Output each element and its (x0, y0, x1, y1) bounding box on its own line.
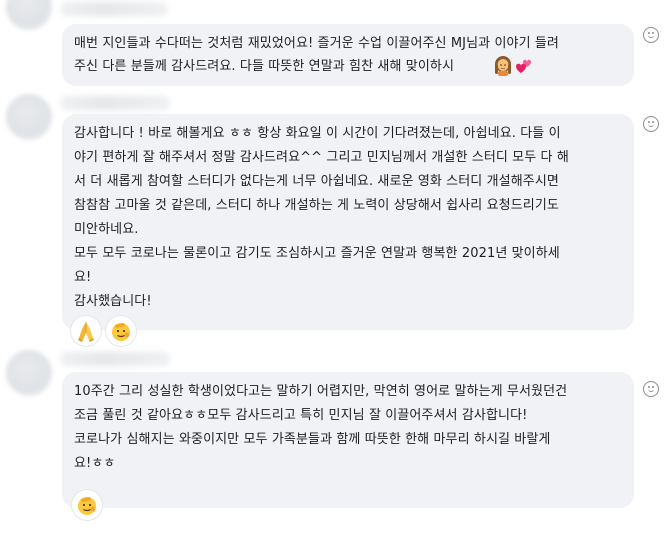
comment-text-line: 조금 풀린 것 같아요ㅎㅎ모두 감사드리고 특히 민지님 잘 이끌어주셔서 감사… (74, 408, 528, 423)
folded-hands-icon (78, 322, 94, 342)
author-name[interactable] (60, 352, 170, 366)
comment-text-line: 주신 다른 분들께 감사드려요. 다들 따뜻한 연말과 힘찬 새해 맞이하시 (74, 59, 455, 74)
comment-text-line: 매번 지인들과 수다떠는 것처럼 재밌었어요! 즐거운 수업 이끌어주신 MJ님… (74, 36, 559, 51)
comment-text-line: 서 더 새롭게 참여할 스터디가 없다는게 너무 아쉽네요. 새로운 영화 스터… (74, 174, 559, 189)
comment-text-line: 요! (74, 270, 92, 285)
add-reaction-icon[interactable] (643, 381, 659, 397)
reaction-folded-hands[interactable] (71, 316, 101, 346)
comment-text-line: 모두 모두 코로나는 물론이고 감기도 조심하시고 즐거운 연말과 행복한 20… (74, 246, 560, 261)
comment-text-line: 감사했습니다! (74, 294, 152, 309)
two-hearts-emoji-icon (514, 58, 534, 80)
avatar[interactable] (6, 94, 52, 140)
comment-bubble: 감사합니다 ! 바로 해볼게요 ㅎㅎ 항상 화요일 이 시간이 기다려졌는데, … (62, 114, 634, 330)
comment-text-line: 10주간 그리 성실한 학생이었다고는 말하기 어렵지만, 막연히 영어로 말하… (74, 384, 568, 399)
comment-text-line: 감사합니다 ! 바로 해볼게요 ㅎㅎ 항상 화요일 이 시간이 기다려졌는데, … (74, 126, 561, 141)
comment-text-line: 요!ㅎㅎ (74, 456, 116, 471)
reaction-saluting-face[interactable] (106, 316, 136, 346)
avatar[interactable] (6, 350, 52, 396)
add-reaction-icon[interactable] (643, 27, 659, 43)
comment-bubble: 10주간 그리 성실한 학생이었다고는 말하기 어렵지만, 막연히 영어로 말하… (62, 372, 634, 508)
woman-emoji-icon (494, 56, 512, 80)
add-reaction-icon[interactable] (643, 116, 659, 132)
author-name[interactable] (60, 2, 168, 16)
author-name[interactable] (60, 96, 170, 110)
comment-bubble: 매번 지인들과 수다떠는 것처럼 재밌었어요! 즐거운 수업 이끌어주신 MJ님… (62, 24, 634, 86)
comment-text-line: 코로나가 심해지는 와중이지만 모두 가족분들과 함께 따뜻한 한해 마무리 하… (74, 432, 551, 447)
saluting-face-icon (112, 323, 130, 341)
comment-text-line: 야기 편하게 잘 해주셔서 정말 감사드려요^^ 그리고 민지님께서 개설한 스… (74, 150, 569, 165)
reaction-saluting-face[interactable] (72, 490, 102, 520)
comment-text-line: 미안하네요. (74, 222, 139, 237)
avatar[interactable] (6, 0, 52, 30)
comment-text-line: 참참참 고마울 것 같은데, 스터디 하나 개설하는 게 노력이 상당해서 쉽사… (74, 198, 559, 213)
saluting-face-icon (78, 497, 96, 515)
